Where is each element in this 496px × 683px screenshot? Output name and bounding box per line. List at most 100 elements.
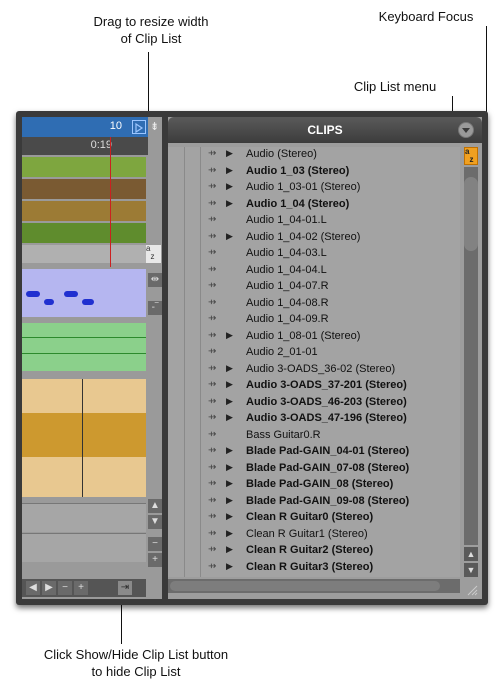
track-green-2[interactable] bbox=[22, 223, 146, 243]
clip-row[interactable]: ⇸ Audio 1_04-07.R bbox=[168, 279, 460, 295]
audio-track-tan[interactable] bbox=[22, 379, 146, 497]
expand-triangle-icon[interactable]: ▶ bbox=[226, 544, 233, 555]
clip-row[interactable]: ⇸ ▶ Audio (Stereo) bbox=[168, 147, 460, 163]
zoom-out-horizontal-icon[interactable]: − bbox=[58, 581, 72, 595]
clip-row[interactable]: ⇸ ▶ Clean R Guitar1 (Stereo) bbox=[168, 527, 460, 543]
automation-track-mint[interactable] bbox=[22, 323, 146, 371]
track-green-1[interactable] bbox=[22, 157, 146, 177]
track-gold[interactable] bbox=[22, 201, 146, 221]
track-scroll-icon[interactable]: ⇟ bbox=[150, 120, 162, 134]
grip-icon[interactable]: ⇸ bbox=[208, 148, 216, 159]
clip-row[interactable]: ⇸ ▶ Clean R Guitar2 (Stereo) bbox=[168, 543, 460, 559]
expand-triangle-icon[interactable]: ▶ bbox=[226, 148, 233, 159]
grip-icon[interactable]: ⇸ bbox=[208, 412, 216, 423]
clip-row[interactable]: ⇸ Bass Guitar0.R bbox=[168, 428, 460, 444]
clip-row[interactable]: ⇸ Audio 1_04-01.L bbox=[168, 213, 460, 229]
expand-triangle-icon[interactable]: ▶ bbox=[226, 462, 233, 473]
expand-triangle-icon[interactable]: ▶ bbox=[226, 478, 233, 489]
grip-icon[interactable]: ⇸ bbox=[208, 247, 216, 258]
grip-icon[interactable]: ⇸ bbox=[208, 181, 216, 192]
expand-triangle-icon[interactable]: ▶ bbox=[226, 495, 233, 506]
grip-icon[interactable]: ⇸ bbox=[208, 165, 216, 176]
expand-triangle-icon[interactable]: ▶ bbox=[226, 445, 233, 456]
grip-icon[interactable]: ⇸ bbox=[208, 495, 216, 506]
expand-triangle-icon[interactable]: ▶ bbox=[226, 511, 233, 522]
clip-row[interactable]: ⇸ ▶ Blade Pad-GAIN_04-01 (Stereo) bbox=[168, 444, 460, 460]
clip-row[interactable]: ⇸ ▶ Audio 1_03 (Stereo) bbox=[168, 164, 460, 180]
az-sort-icon[interactable]: a z bbox=[146, 245, 161, 263]
expand-triangle-icon[interactable]: ▶ bbox=[226, 363, 233, 374]
zoom-out-icon[interactable]: − bbox=[148, 537, 162, 551]
clip-row[interactable]: ⇸ Audio 1_04-08.R bbox=[168, 296, 460, 312]
clip-row[interactable]: ⇸ ▶ Audio 3-OADS_37-201 (Stereo) bbox=[168, 378, 460, 394]
grip-icon[interactable]: ⇸ bbox=[208, 544, 216, 555]
grip-icon[interactable]: ⇸ bbox=[208, 561, 216, 572]
clip-row[interactable]: ⇸ ▶ Audio 1_04-02 (Stereo) bbox=[168, 230, 460, 246]
grip-icon[interactable]: ⇸ bbox=[208, 330, 216, 341]
grip-icon[interactable]: ⇸ bbox=[208, 429, 216, 440]
grip-icon[interactable]: ⇸ bbox=[208, 214, 216, 225]
clip-row[interactable]: ⇸ Audio 2_01-01 bbox=[168, 345, 460, 361]
scroll-right-icon[interactable]: ▶ bbox=[42, 581, 56, 595]
strip-control-icon[interactable]: -‾ bbox=[148, 301, 162, 315]
clip-list-menu-button[interactable] bbox=[458, 122, 474, 138]
expand-triangle-icon[interactable]: ▶ bbox=[226, 231, 233, 242]
show-hide-clip-list-button[interactable]: ⇥ bbox=[118, 581, 132, 595]
resize-corner-icon[interactable] bbox=[466, 583, 478, 596]
clip-row[interactable]: ⇸ ▶ Blade Pad-GAIN_07-08 (Stereo) bbox=[168, 461, 460, 477]
scroll-down-icon[interactable]: ▼ bbox=[148, 515, 162, 529]
clip-row[interactable]: ⇸ ▶ Audio 1_04 (Stereo) bbox=[168, 197, 460, 213]
list-scroll-down-icon[interactable]: ▼ bbox=[464, 563, 478, 577]
grip-icon[interactable]: ⇸ bbox=[208, 396, 216, 407]
clip-row[interactable]: ⇸ Audio 1_04-09.R bbox=[168, 312, 460, 328]
grip-icon[interactable]: ⇸ bbox=[208, 297, 216, 308]
expand-triangle-icon[interactable]: ▶ bbox=[226, 412, 233, 423]
clip-row[interactable]: ⇸ Audio 1_04-04.L bbox=[168, 263, 460, 279]
grip-icon[interactable]: ⇸ bbox=[208, 346, 216, 357]
horizontal-scroll-thumb[interactable] bbox=[170, 581, 440, 591]
midi-note bbox=[64, 291, 78, 297]
grip-icon[interactable]: ⇸ bbox=[208, 264, 216, 275]
grip-icon[interactable]: ⇸ bbox=[208, 462, 216, 473]
clip-row[interactable]: ⇸ ▶ Blade Pad-GAIN_08 (Stereo) bbox=[168, 477, 460, 493]
clip-row[interactable]: ⇸ Audio 1_04-03.L bbox=[168, 246, 460, 262]
expand-triangle-icon[interactable]: ▶ bbox=[226, 181, 233, 192]
grip-icon[interactable]: ⇸ bbox=[208, 379, 216, 390]
expand-triangle-icon[interactable]: ▶ bbox=[226, 561, 233, 572]
clip-row[interactable]: ⇸ ▶ Clean R Guitar3 (Stereo) bbox=[168, 560, 460, 576]
zoom-in-icon[interactable]: + bbox=[148, 553, 162, 567]
expand-triangle-icon[interactable]: ▶ bbox=[226, 379, 233, 390]
clip-row[interactable]: ⇸ ▶ Audio 1_03-01 (Stereo) bbox=[168, 180, 460, 196]
clip-name: Audio 1_04-08.R bbox=[246, 296, 329, 309]
expand-triangle-icon[interactable]: ▶ bbox=[226, 396, 233, 407]
clip-row[interactable]: ⇸ ▶ Clean R Guitar0 (Stereo) bbox=[168, 510, 460, 526]
grip-icon[interactable]: ⇸ bbox=[208, 363, 216, 374]
grip-icon[interactable]: ⇸ bbox=[208, 478, 216, 489]
scroll-up-icon[interactable]: ▲ bbox=[148, 499, 162, 513]
grip-icon[interactable]: ⇸ bbox=[208, 198, 216, 209]
expand-triangle-icon[interactable]: ▶ bbox=[226, 528, 233, 539]
list-scroll-up-icon[interactable]: ▲ bbox=[464, 547, 478, 561]
grip-icon[interactable]: ⇸ bbox=[208, 511, 216, 522]
keyboard-focus-az-icon[interactable]: a z bbox=[464, 147, 478, 165]
grip-icon[interactable]: ⇸ bbox=[208, 445, 216, 456]
zoom-in-horizontal-icon[interactable]: + bbox=[74, 581, 88, 595]
clip-row[interactable]: ⇸ ▶ Audio 1_08-01 (Stereo) bbox=[168, 329, 460, 345]
expand-triangle-icon[interactable]: ▶ bbox=[226, 198, 233, 209]
track-brown[interactable] bbox=[22, 179, 146, 199]
scroll-left-icon[interactable]: ◀ bbox=[26, 581, 40, 595]
clip-row[interactable]: ⇸ ▶ Blade Pad-GAIN_09-08 (Stereo) bbox=[168, 494, 460, 510]
play-marker-icon[interactable] bbox=[132, 120, 146, 134]
clip-row[interactable]: ⇸ ▶ Audio 3-OADS_36-02 (Stereo) bbox=[168, 362, 460, 378]
grip-icon[interactable]: ⇸ bbox=[208, 528, 216, 539]
grip-icon[interactable]: ⇸ bbox=[208, 313, 216, 324]
vertical-scroll-thumb[interactable] bbox=[464, 177, 478, 251]
grip-icon[interactable]: ⇸ bbox=[208, 231, 216, 242]
midi-track-purple[interactable] bbox=[22, 269, 146, 317]
expand-triangle-icon[interactable]: ▶ bbox=[226, 330, 233, 341]
grip-icon[interactable]: ⇸ bbox=[208, 280, 216, 291]
strip-control-icon[interactable]: ⇹ bbox=[148, 273, 162, 287]
clip-row[interactable]: ⇸ ▶ Audio 3-OADS_47-196 (Stereo) bbox=[168, 411, 460, 427]
clip-row[interactable]: ⇸ ▶ Audio 3-OADS_46-203 (Stereo) bbox=[168, 395, 460, 411]
expand-triangle-icon[interactable]: ▶ bbox=[226, 165, 233, 176]
